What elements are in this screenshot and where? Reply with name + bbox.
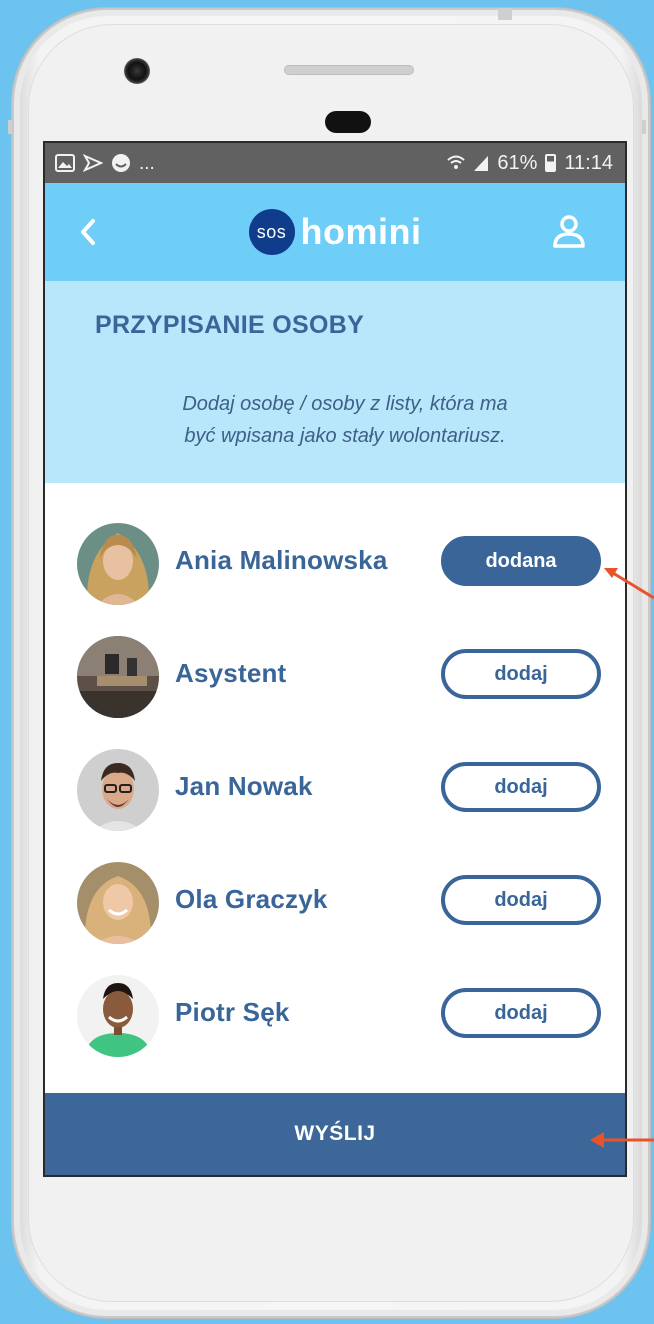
status-bar: ... 61% 11:14 xyxy=(45,143,625,183)
list-item: Asystent dodaj xyxy=(45,634,625,747)
cast-icon xyxy=(83,154,103,172)
header-panel: PRZYPISANIE OSOBY Dodaj osobę / osoby z … xyxy=(45,281,625,483)
logo-badge: sos xyxy=(248,209,295,255)
page-title: PRZYPISANIE OSOBY xyxy=(95,311,365,339)
clock-time: 11:14 xyxy=(564,151,613,174)
proximity-sensor xyxy=(325,111,371,133)
person-name: Ola Graczyk xyxy=(175,884,328,914)
chevron-left-icon xyxy=(81,219,95,245)
description-line: być wpisana jako stały wolontariusz. xyxy=(184,425,506,447)
annotation-arrow xyxy=(590,1132,654,1148)
list-item: Ania Malinowska dodana xyxy=(45,521,625,634)
avatar xyxy=(77,523,159,605)
send-button[interactable]: WYŚLIJ xyxy=(45,1093,625,1175)
front-camera xyxy=(124,58,150,84)
back-button[interactable] xyxy=(73,213,103,249)
app-logo: sos homini xyxy=(248,209,422,255)
more-notifications: ... xyxy=(139,152,155,174)
battery-percent: 61% xyxy=(497,151,538,174)
person-name: Asystent xyxy=(175,658,287,688)
annotation-arrow xyxy=(604,568,654,600)
person-name: Ania Malinowska xyxy=(175,545,388,575)
avatar xyxy=(77,749,159,831)
person-name: Jan Nowak xyxy=(175,771,313,801)
avatar xyxy=(77,975,159,1057)
status-left: ... xyxy=(55,153,155,173)
logo-text: homini xyxy=(300,211,422,252)
people-list: Ania Malinowska dodana Asystent dodaj Ja… xyxy=(45,483,625,1086)
earpiece-speaker xyxy=(284,65,414,75)
top-button xyxy=(498,8,512,20)
emoji-icon xyxy=(112,154,130,172)
image-icon xyxy=(55,154,75,172)
wifi-icon xyxy=(447,155,466,169)
add-button[interactable]: dodaj xyxy=(441,988,601,1038)
list-item: Piotr Sęk dodaj xyxy=(45,973,625,1086)
user-icon xyxy=(553,215,585,248)
avatar xyxy=(77,862,159,944)
add-button[interactable]: dodaj xyxy=(441,762,601,812)
page-description: Dodaj osobę / osoby z listy, która ma by… xyxy=(95,388,575,452)
signal-icon xyxy=(474,156,489,171)
battery-icon xyxy=(545,154,557,172)
status-right: 61% 11:14 xyxy=(447,152,613,175)
add-button[interactable]: dodaj xyxy=(441,649,601,699)
description-line: Dodaj osobę / osoby z listy, która ma xyxy=(182,393,508,415)
add-button[interactable]: dodaj xyxy=(441,875,601,925)
added-button[interactable]: dodana xyxy=(441,536,601,586)
app-bar: sos homini xyxy=(45,183,625,281)
side-button xyxy=(8,120,12,134)
profile-button[interactable] xyxy=(551,213,587,249)
person-name: Piotr Sęk xyxy=(175,997,290,1027)
phone-screen: ... 61% 11:14 sos homini PRZYPISANIE OSO… xyxy=(43,141,627,1177)
avatar xyxy=(77,636,159,718)
side-button xyxy=(642,120,646,134)
list-item: Ola Graczyk dodaj xyxy=(45,860,625,973)
list-item: Jan Nowak dodaj xyxy=(45,747,625,860)
